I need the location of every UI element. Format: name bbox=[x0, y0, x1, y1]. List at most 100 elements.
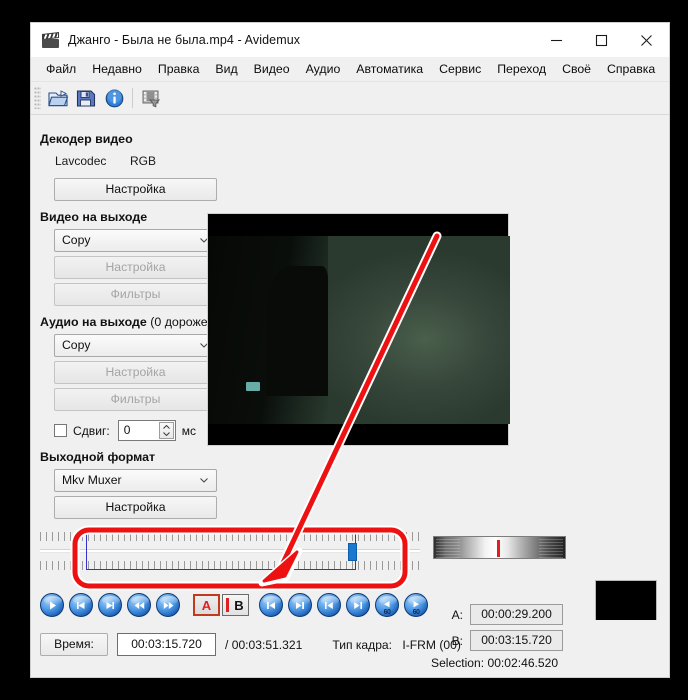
menu-item-goto[interactable]: Переход bbox=[489, 59, 554, 79]
menu-item-custom[interactable]: Своё bbox=[554, 59, 599, 79]
forward-button[interactable] bbox=[156, 593, 180, 617]
menu-bar: Файл Недавно Правка Вид Видео Аудио Авто… bbox=[31, 57, 669, 82]
video-output-codec-value: Copy bbox=[62, 233, 91, 247]
audio-shift-value: 0 bbox=[123, 423, 131, 437]
output-format-configure-button[interactable]: Настройка bbox=[54, 496, 217, 519]
nav-hatch-left bbox=[436, 537, 460, 558]
forward-60-button[interactable]: 60 bbox=[404, 593, 428, 617]
audio-shift-label: Сдвиг: bbox=[73, 423, 110, 438]
timeline-ruler[interactable] bbox=[40, 530, 420, 572]
save-file-icon[interactable] bbox=[72, 84, 100, 112]
timeline-selection-box[interactable] bbox=[86, 532, 356, 570]
nav-hatch-right bbox=[539, 537, 563, 558]
video-output-codec-select[interactable]: Copy bbox=[54, 229, 217, 252]
audio-output-title: Аудио на выходе (0 дорожек) bbox=[40, 315, 227, 329]
marker-b-label: B: bbox=[451, 633, 463, 648]
frame-type-label: Тип кадра: bbox=[332, 637, 393, 652]
video-decoder-info: Lavcodec RGB bbox=[40, 149, 227, 174]
audio-output-codec-value: Copy bbox=[62, 338, 91, 352]
marker-a-value[interactable]: 00:00:29.200 bbox=[470, 604, 563, 625]
clapperboard-icon bbox=[42, 31, 59, 49]
toolbar-separator bbox=[132, 88, 133, 108]
chevron-up-icon bbox=[162, 424, 170, 429]
back-60-button[interactable]: 60 bbox=[375, 593, 399, 617]
audio-output-configure-button[interactable]: Настройка bbox=[54, 361, 217, 384]
ab-selection-panel: A: 00:00:29.200 B: 00:03:15.720 Selectio… bbox=[429, 604, 579, 670]
back-60-label: 60 bbox=[383, 609, 391, 616]
audio-output-title-main: Аудио на выходе bbox=[40, 315, 147, 329]
marker-b-row: B: 00:03:15.720 bbox=[429, 630, 579, 651]
forward-60-label: 60 bbox=[412, 609, 420, 616]
total-duration-label: / 00:03:51.321 bbox=[225, 637, 303, 652]
audio-shift-stepper[interactable]: 0 bbox=[117, 420, 176, 441]
video-frame-highlight bbox=[246, 382, 260, 391]
time-button[interactable]: Время: bbox=[40, 633, 108, 656]
previous-frame-button[interactable] bbox=[69, 593, 93, 617]
menu-item-tools[interactable]: Сервис bbox=[431, 59, 489, 79]
window-controls bbox=[534, 23, 669, 57]
status-bar: Время: 00:03:15.720 / 00:03:51.321 Тип к… bbox=[31, 604, 669, 677]
stepper-arrows[interactable] bbox=[158, 422, 174, 439]
audio-output-filters-button[interactable]: Фильтры bbox=[54, 388, 217, 411]
mark-b-button[interactable]: B bbox=[222, 594, 249, 616]
output-format-muxer-value: Mkv Muxer bbox=[62, 473, 122, 487]
toolbar-grip[interactable] bbox=[34, 87, 41, 109]
navigation-strip[interactable] bbox=[433, 536, 566, 559]
close-button[interactable] bbox=[624, 23, 669, 57]
video-decoder-title: Декодер видео bbox=[40, 132, 133, 146]
info-icon[interactable] bbox=[100, 84, 128, 112]
menu-item-audio[interactable]: Аудио bbox=[298, 59, 349, 79]
play-button[interactable] bbox=[40, 593, 64, 617]
decoder-colorspace-value: RGB bbox=[130, 154, 157, 168]
marker-a-row: A: 00:00:29.200 bbox=[429, 604, 579, 625]
nav-position-marker bbox=[497, 540, 500, 557]
marker-b-value[interactable]: 00:03:15.720 bbox=[470, 630, 563, 651]
title-bar: Джанго - Была не была.mp4 - Avidemux bbox=[31, 23, 669, 57]
chevron-down-icon bbox=[162, 432, 170, 437]
open-file-icon[interactable] bbox=[44, 84, 72, 112]
minimize-button[interactable] bbox=[534, 23, 579, 57]
audio-shift-row: Сдвиг: 0 мс bbox=[54, 420, 227, 441]
audio-shift-checkbox[interactable] bbox=[54, 424, 67, 437]
video-output-title: Видео на выходе bbox=[40, 210, 148, 224]
chevron-down-icon bbox=[200, 478, 208, 483]
menu-item-video[interactable]: Видео bbox=[246, 59, 298, 79]
menu-item-view[interactable]: Вид bbox=[207, 59, 245, 79]
output-format-title: Выходной формат bbox=[40, 450, 156, 464]
avidemux-window: Джанго - Была не была.mp4 - Avidemux Фай… bbox=[30, 22, 670, 678]
video-preview[interactable] bbox=[207, 213, 510, 446]
timeline-playhead-handle[interactable] bbox=[348, 543, 357, 561]
left-settings-panel: Декодер видео Lavcodec RGB Настройка Вид… bbox=[31, 115, 236, 519]
screenshot-root: Джанго - Была не была.mp4 - Avidemux Фай… bbox=[0, 0, 688, 700]
menu-item-auto[interactable]: Автоматика bbox=[348, 59, 431, 79]
menu-item-recent[interactable]: Недавно bbox=[84, 59, 150, 79]
filters-icon[interactable] bbox=[137, 84, 165, 112]
next-keyframe-button[interactable] bbox=[288, 593, 312, 617]
go-start-button[interactable] bbox=[317, 593, 341, 617]
video-output-configure-button[interactable]: Настройка bbox=[54, 256, 217, 279]
status-time-row: Время: 00:03:15.720 / 00:03:51.321 Тип к… bbox=[40, 633, 461, 656]
marker-a-label: A: bbox=[451, 607, 463, 622]
menu-item-file[interactable]: Файл bbox=[38, 59, 84, 79]
next-frame-button[interactable] bbox=[98, 593, 122, 617]
transport-controls: A B 60 60 bbox=[40, 590, 433, 620]
menu-item-help[interactable]: Справка bbox=[599, 59, 663, 79]
video-frame-silhouette bbox=[208, 236, 328, 424]
menu-item-edit[interactable]: Правка bbox=[150, 59, 208, 79]
current-time-field[interactable]: 00:03:15.720 bbox=[117, 633, 216, 656]
timeline-area bbox=[31, 522, 669, 580]
video-output-filters-button[interactable]: Фильтры bbox=[54, 283, 217, 306]
main-body: Декодер видео Lavcodec RGB Настройка Вид… bbox=[31, 115, 669, 677]
prev-keyframe-button[interactable] bbox=[259, 593, 283, 617]
output-format-muxer-select[interactable]: Mkv Muxer bbox=[54, 469, 217, 492]
mark-b-label: B bbox=[234, 597, 244, 613]
mark-b-indicator bbox=[226, 598, 229, 612]
rewind-button[interactable] bbox=[127, 593, 151, 617]
audio-output-codec-select[interactable]: Copy bbox=[54, 334, 217, 357]
window-title: Джанго - Была не была.mp4 - Avidemux bbox=[68, 33, 301, 47]
mark-a-button[interactable]: A bbox=[193, 594, 220, 616]
video-decoder-configure-button[interactable]: Настройка bbox=[54, 178, 217, 201]
go-end-button[interactable] bbox=[346, 593, 370, 617]
maximize-button[interactable] bbox=[579, 23, 624, 57]
audio-shift-unit: мс bbox=[181, 423, 196, 438]
